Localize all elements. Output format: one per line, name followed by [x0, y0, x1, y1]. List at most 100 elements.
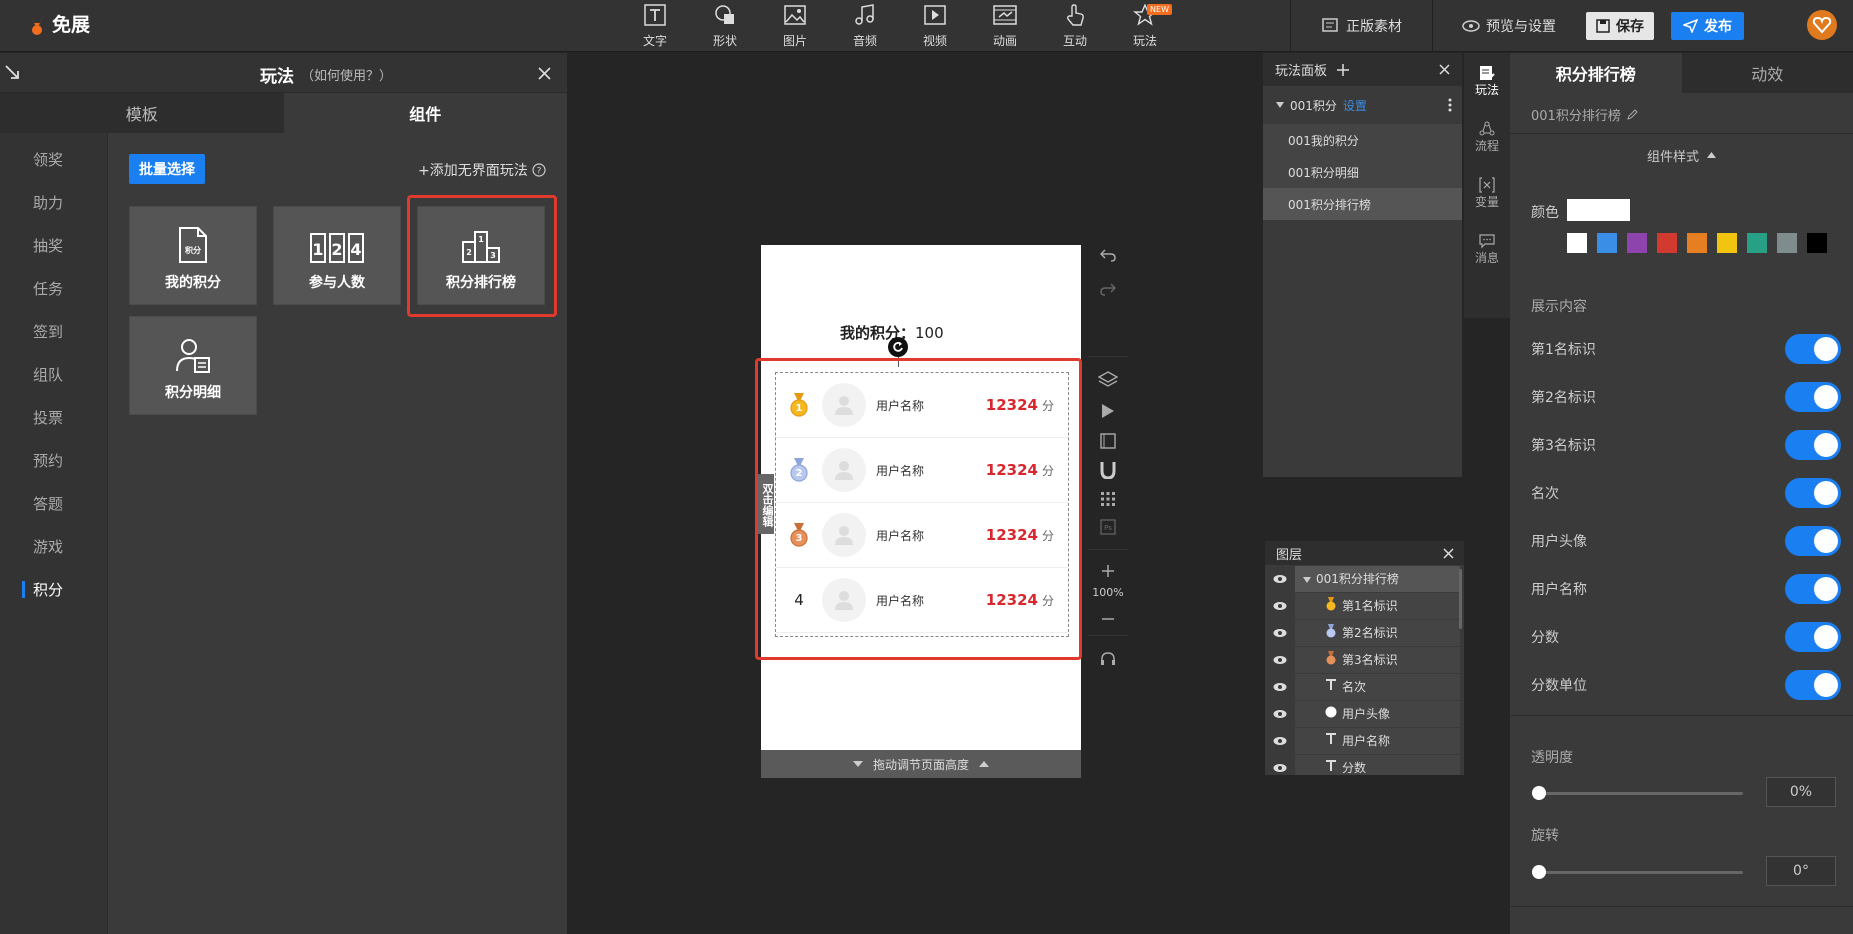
- color-swatch[interactable]: [1597, 233, 1617, 253]
- tool-shape[interactable]: 形状: [690, 4, 760, 48]
- category-item[interactable]: 签到: [0, 310, 107, 353]
- save-button[interactable]: 保存: [1586, 12, 1654, 40]
- preview-settings-button[interactable]: 预览与设置: [1462, 12, 1556, 40]
- toggle-switch[interactable]: [1785, 574, 1841, 604]
- gameplay-item-my-points[interactable]: 001我的积分: [1263, 124, 1462, 156]
- component-my-points[interactable]: 积分 我的积分: [129, 206, 257, 305]
- category-item[interactable]: 积分: [0, 568, 107, 611]
- close-icon[interactable]: [1443, 548, 1454, 559]
- tool-video[interactable]: 视频: [900, 4, 970, 48]
- magnet-icon[interactable]: [1100, 461, 1116, 479]
- drag-height-bar[interactable]: 拖动调节页面高度: [761, 750, 1081, 778]
- leaderboard-row[interactable]: 1 用户名称 12324 分: [776, 373, 1068, 438]
- category-item[interactable]: 领奖: [0, 138, 107, 181]
- gameplay-item-points-detail[interactable]: 001积分明细: [1263, 156, 1462, 188]
- gameplay-item-leaderboard[interactable]: 001积分排行榜: [1263, 188, 1462, 220]
- nav-variables[interactable]: 变量: [1464, 165, 1510, 221]
- app-logo[interactable]: 免展: [26, 10, 90, 37]
- close-icon[interactable]: [538, 67, 551, 80]
- eye-icon[interactable]: [1265, 763, 1295, 773]
- layers-scrollbar[interactable]: [1459, 569, 1462, 629]
- leaderboard[interactable]: 1 用户名称 12324 分 2 用户名称 12324 分 3 用户名称 12324 分 4 用户名称 12…: [775, 372, 1069, 637]
- headset-support-icon[interactable]: [1099, 650, 1117, 668]
- tab-components[interactable]: 组件: [283, 93, 567, 133]
- tool-hand[interactable]: 互动: [1040, 3, 1110, 48]
- layer-row[interactable]: 001积分排行榜: [1265, 565, 1464, 592]
- toggle-switch[interactable]: [1785, 382, 1841, 412]
- pencil-icon[interactable]: [1627, 109, 1638, 120]
- help-link[interactable]: （如何使用？）: [301, 65, 392, 84]
- rotate-handle-icon[interactable]: [888, 337, 908, 357]
- eye-icon[interactable]: [1265, 709, 1295, 719]
- eye-icon[interactable]: [1265, 682, 1295, 692]
- layer-row[interactable]: 分数: [1265, 754, 1464, 775]
- component-participant-count[interactable]: 124 参与人数: [273, 206, 401, 305]
- eye-icon[interactable]: [1265, 574, 1295, 584]
- help-circle-icon[interactable]: ?: [532, 163, 546, 177]
- grid-dots-icon[interactable]: [1100, 491, 1116, 507]
- color-swatch[interactable]: [1657, 233, 1677, 253]
- category-item[interactable]: 组队: [0, 353, 107, 396]
- tool-star[interactable]: 玩法 NEW: [1110, 2, 1180, 48]
- redo-icon[interactable]: [1100, 282, 1116, 296]
- frame-icon[interactable]: [1100, 433, 1116, 449]
- color-swatch[interactable]: [1717, 233, 1737, 253]
- leaderboard-row[interactable]: 3 用户名称 12324 分: [776, 503, 1068, 568]
- tab-templates[interactable]: 模板: [0, 93, 284, 133]
- layers-stack-icon[interactable]: [1098, 371, 1118, 389]
- tool-music[interactable]: 音频: [830, 3, 900, 48]
- category-item[interactable]: 投票: [0, 396, 107, 439]
- user-avatar[interactable]: [1807, 10, 1837, 40]
- play-icon[interactable]: [1101, 403, 1115, 419]
- eye-icon[interactable]: [1265, 628, 1295, 638]
- collapse-arrow-icon[interactable]: [4, 64, 20, 80]
- opacity-input[interactable]: 0%: [1766, 777, 1836, 807]
- zoom-out-icon[interactable]: [1101, 617, 1115, 621]
- zoom-in-icon[interactable]: [1101, 564, 1115, 578]
- eye-icon[interactable]: [1265, 655, 1295, 665]
- tab-effects[interactable]: 动效: [1681, 53, 1853, 93]
- component-style-section[interactable]: 组件样式: [1510, 139, 1853, 171]
- opacity-slider-knob[interactable]: [1532, 786, 1546, 800]
- toggle-switch[interactable]: [1785, 478, 1841, 508]
- more-vertical-icon[interactable]: [1448, 98, 1452, 112]
- ps-import-icon[interactable]: Ps: [1100, 519, 1116, 535]
- batch-select-button[interactable]: 批量选择: [129, 154, 205, 184]
- layer-row[interactable]: 第1名标识: [1265, 592, 1464, 619]
- eye-icon[interactable]: [1265, 601, 1295, 611]
- color-swatch[interactable]: [1807, 233, 1827, 253]
- toggle-switch[interactable]: [1785, 670, 1841, 700]
- tool-animation[interactable]: 动画: [970, 4, 1040, 48]
- component-name-field[interactable]: 001积分排行榜: [1531, 105, 1638, 124]
- toggle-switch[interactable]: [1785, 430, 1841, 460]
- toggle-switch[interactable]: [1785, 334, 1841, 364]
- category-item[interactable]: 答题: [0, 482, 107, 525]
- category-item[interactable]: 任务: [0, 267, 107, 310]
- color-swatch[interactable]: [1567, 233, 1587, 253]
- color-swatch[interactable]: [1777, 233, 1797, 253]
- category-item[interactable]: 助力: [0, 181, 107, 224]
- double-click-edit-tag[interactable]: 双击编辑: [758, 474, 774, 534]
- category-item[interactable]: 预约: [0, 439, 107, 482]
- nav-gameplay[interactable]: 玩法: [1464, 53, 1510, 109]
- publish-button[interactable]: 发布: [1671, 12, 1744, 40]
- layer-row[interactable]: 第2名标识: [1265, 619, 1464, 646]
- tab-leaderboard-props[interactable]: 积分排行榜: [1510, 53, 1682, 93]
- rotate-input[interactable]: 0°: [1766, 856, 1836, 886]
- undo-icon[interactable]: [1100, 248, 1116, 262]
- nav-messages[interactable]: 消息: [1464, 221, 1510, 277]
- tool-image[interactable]: 图片: [760, 4, 830, 48]
- layer-row[interactable]: 用户名称: [1265, 727, 1464, 754]
- gameplay-group[interactable]: 001积分 设置: [1263, 89, 1462, 121]
- toggle-switch[interactable]: [1785, 526, 1841, 556]
- licensed-assets-button[interactable]: 正版素材: [1322, 12, 1402, 40]
- layer-row[interactable]: 用户头像: [1265, 700, 1464, 727]
- group-settings-link[interactable]: 设置: [1343, 97, 1367, 114]
- nav-flow[interactable]: 流程: [1464, 109, 1510, 165]
- color-swatch[interactable]: [1687, 233, 1707, 253]
- rotate-slider-knob[interactable]: [1532, 865, 1546, 879]
- opacity-slider[interactable]: [1534, 792, 1743, 795]
- toggle-switch[interactable]: [1785, 622, 1841, 652]
- leaderboard-row[interactable]: 4 用户名称 12324 分: [776, 568, 1068, 633]
- color-swatch[interactable]: [1747, 233, 1767, 253]
